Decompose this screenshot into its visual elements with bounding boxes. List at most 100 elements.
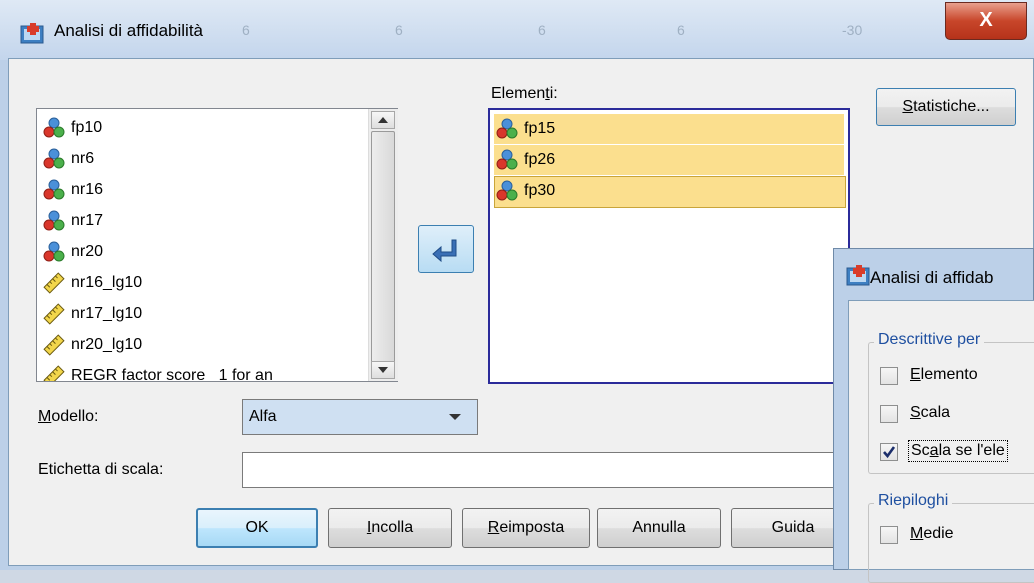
riepiloghi-legend: Riepiloghi xyxy=(874,492,953,510)
list-item[interactable]: nr20_lg10 xyxy=(43,330,142,360)
scala-label: Scala xyxy=(910,404,950,422)
list-item-label: REGR factor score 1 for an xyxy=(71,367,273,382)
statistiche-accel: S xyxy=(902,98,914,115)
ghost-text-2: 6 xyxy=(395,22,403,38)
medie-accel: M xyxy=(910,525,924,542)
elementi-label: Elementi: xyxy=(491,85,558,103)
scroll-up-arrow-icon xyxy=(378,117,388,123)
list-item-label: fp26 xyxy=(524,151,556,168)
scala-text: cala xyxy=(920,404,951,421)
nominal-variable-icon xyxy=(43,148,71,170)
checkmark-icon xyxy=(881,368,897,384)
scala-se-accel: a xyxy=(929,442,939,459)
scala-se-elemento-label: Scala se l'ele xyxy=(908,440,1008,462)
list-item-label: fp30 xyxy=(524,182,556,199)
scala-checkbox[interactable] xyxy=(880,405,898,423)
move-left-arrow-icon xyxy=(432,239,457,263)
list-item[interactable]: nr20 xyxy=(43,237,103,267)
ghost-text-1: 6 xyxy=(242,22,250,38)
elementi-label-part1: Elemen xyxy=(491,85,546,102)
chevron-down-icon xyxy=(449,414,461,420)
scala-accel: S xyxy=(910,404,921,421)
list-item-label: nr17 xyxy=(71,212,104,229)
list-item[interactable]: nr16 xyxy=(43,175,103,205)
nominal-variable-icon xyxy=(43,179,71,201)
elementi-label-part2: i: xyxy=(549,85,558,102)
ok-button[interactable]: OK xyxy=(196,508,318,548)
list-item[interactable]: nr17 xyxy=(43,206,103,236)
list-item-label: nr20 xyxy=(71,243,104,260)
list-item[interactable]: REGR factor score 1 for an xyxy=(43,361,273,382)
checkmark-icon xyxy=(883,446,896,459)
scroll-up-button[interactable] xyxy=(371,111,395,129)
list-item-label: nr16 xyxy=(71,181,104,198)
ghost-text-3: 6 xyxy=(538,22,546,38)
modello-accel: M xyxy=(38,408,52,425)
elemento-label: Elemento xyxy=(910,366,978,384)
nominal-variable-icon xyxy=(43,241,71,263)
modello-value: Alfa xyxy=(249,408,277,425)
descrittive-legend: Descrittive per xyxy=(874,331,985,349)
list-item-label: fp15 xyxy=(524,120,556,137)
nominal-variable-icon xyxy=(496,118,524,140)
etichetta-scala-input[interactable] xyxy=(242,452,842,488)
nominal-variable-icon xyxy=(43,210,71,232)
etichetta-label: Etichetta di scala: xyxy=(38,461,164,478)
spss-app-icon xyxy=(846,265,870,286)
scroll-thumb[interactable] xyxy=(371,131,395,363)
medie-label: Medie xyxy=(910,525,954,543)
scroll-down-arrow-icon xyxy=(378,367,388,373)
scala-se-part2: la se l'ele xyxy=(938,442,1005,459)
modello-label-text: odello: xyxy=(51,408,99,425)
scala-se-elemento-checkbox[interactable] xyxy=(880,443,898,461)
move-variable-button[interactable] xyxy=(418,225,474,273)
medie-checkbox[interactable] xyxy=(880,526,898,544)
checkmark-icon xyxy=(881,406,897,422)
incolla-button[interactable]: Incolla xyxy=(328,508,452,548)
elemento-checkbox[interactable] xyxy=(880,367,898,385)
list-item[interactable]: fp10 xyxy=(43,113,102,143)
incolla-label: ncolla xyxy=(371,519,414,536)
elementi-list[interactable]: fp15 fp26 fp30 xyxy=(488,108,850,384)
elemento-text: lemento xyxy=(920,366,978,383)
scala-se-part1: Sc xyxy=(911,442,930,459)
medie-text: edie xyxy=(923,525,954,542)
modello-combobox[interactable]: Alfa xyxy=(242,399,478,435)
elemento-accel: E xyxy=(910,366,921,383)
ghost-text-5: -30 xyxy=(842,22,863,38)
spss-app-icon xyxy=(20,23,44,44)
scroll-down-button[interactable] xyxy=(371,361,395,379)
checkmark-icon xyxy=(881,527,897,543)
reimposta-label: eimposta xyxy=(499,519,565,536)
list-item[interactable]: nr16_lg10 xyxy=(43,268,142,298)
list-item-label: fp10 xyxy=(71,119,103,136)
list-item-label: nr17_lg10 xyxy=(71,305,143,322)
ghost-text-4: 6 xyxy=(677,22,685,38)
list-item-label: nr20_lg10 xyxy=(71,336,143,353)
statistiche-label: tatistiche... xyxy=(913,98,990,115)
close-button[interactable]: X xyxy=(945,2,1027,40)
statistics-dialog-title: Analisi di affidab xyxy=(870,268,994,287)
window-title: Analisi di affidabilità xyxy=(54,21,203,40)
statistiche-button[interactable]: Statistiche... xyxy=(876,88,1016,126)
list-item-label: nr16_lg10 xyxy=(71,274,143,291)
nominal-variable-icon xyxy=(496,149,524,171)
list-item[interactable]: nr6 xyxy=(43,144,94,174)
list-item[interactable]: nr17_lg10 xyxy=(43,299,142,329)
nominal-variable-icon xyxy=(496,180,524,202)
scale-variable-icon xyxy=(43,303,71,325)
list-item[interactable]: fp15 xyxy=(496,114,555,144)
reimposta-accel: R xyxy=(487,519,500,536)
annulla-button[interactable]: Annulla xyxy=(597,508,721,548)
list-item-label: nr6 xyxy=(71,150,95,167)
scale-variable-icon xyxy=(43,334,71,356)
reimposta-button[interactable]: Reimposta xyxy=(462,508,590,548)
list-item[interactable]: fp26 xyxy=(496,145,555,175)
scale-variable-icon xyxy=(43,365,71,381)
scale-variable-icon xyxy=(43,272,71,294)
source-variable-list[interactable]: fp10 nr6 nr16 nr17 nr20 nr16_lg10 nr17_lg10 nr2… xyxy=(36,108,398,382)
list-item[interactable]: fp30 xyxy=(496,176,555,206)
vertical-scrollbar[interactable] xyxy=(368,109,398,381)
nominal-variable-icon xyxy=(43,117,71,139)
modello-label: Modello: xyxy=(38,408,98,426)
